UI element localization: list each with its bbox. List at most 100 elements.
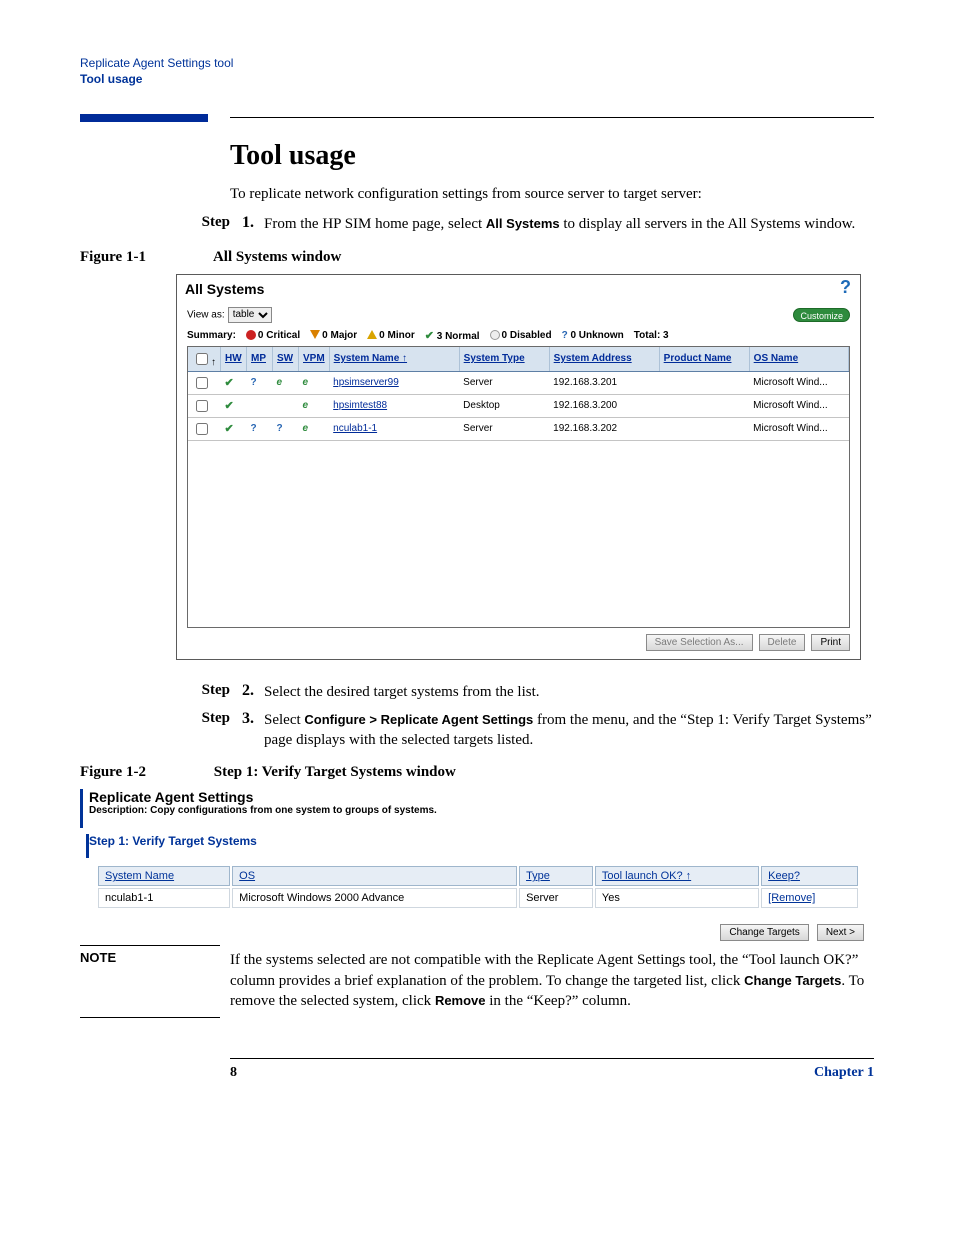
figure-2-title: Step 1: Verify Target Systems window [214, 764, 456, 780]
table-header-row: ↑ HW MP SW VPM System Name ↑ System Type… [188, 347, 849, 372]
note-rule-top [80, 945, 220, 946]
all-systems-window: ? All Systems View as: table Customize S… [176, 274, 861, 660]
row-checkbox[interactable] [196, 423, 208, 435]
major-icon [310, 330, 320, 339]
col-hw[interactable]: HW [221, 347, 247, 372]
row-checkbox[interactable] [196, 377, 208, 389]
view-as-select[interactable]: table [228, 307, 272, 323]
header-title: Replicate Agent Settings tool [80, 56, 874, 70]
question-icon: ? [277, 423, 283, 434]
section-heading: Tool usage [230, 140, 874, 172]
systems-grid: ↑ HW MP SW VPM System Name ↑ System Type… [187, 346, 850, 628]
table-row[interactable]: ✔ ? ? e nculab1-1 Server 192.168.3.202 M… [188, 417, 849, 440]
system-type: Desktop [459, 394, 549, 417]
col-system-type[interactable]: System Type [459, 347, 549, 372]
product-name [659, 417, 749, 440]
italic-e-icon: e [303, 423, 309, 434]
col-checkbox[interactable]: ↑ [188, 347, 221, 372]
next-button[interactable]: Next > [817, 924, 864, 941]
col-system-address[interactable]: System Address [549, 347, 659, 372]
summary-major: 0 Major [310, 330, 357, 341]
summary-disabled: 0 Disabled [490, 330, 552, 341]
unknown-icon: ? [562, 330, 568, 341]
step-2: Step 2. Select the desired target system… [80, 682, 874, 702]
page-header: Replicate Agent Settings tool Tool usage [80, 56, 874, 86]
step-3: Step 3. Select Configure > Replicate Age… [80, 710, 874, 751]
save-selection-button[interactable]: Save Selection As... [646, 634, 753, 651]
print-button[interactable]: Print [811, 634, 850, 651]
thick-bar [80, 114, 208, 122]
note-rule-bottom [80, 1017, 220, 1018]
systems-table: ↑ HW MP SW VPM System Name ↑ System Type… [188, 347, 849, 441]
col-sw[interactable]: SW [273, 347, 299, 372]
ras-title: Replicate Agent Settings [89, 789, 874, 805]
critical-icon [246, 330, 256, 340]
help-icon[interactable]: ? [840, 277, 856, 293]
page-footer: 8 Chapter 1 [230, 1058, 874, 1081]
question-icon: ? [251, 423, 257, 434]
select-all-checkbox[interactable] [196, 353, 208, 365]
system-name-link[interactable]: hpsimserver99 [329, 371, 459, 394]
table-row[interactable]: ✔ e hpsimtest88 Desktop 192.168.3.200 Mi… [188, 394, 849, 417]
verify-targets-window: Replicate Agent Settings Description: Co… [80, 789, 874, 941]
system-address: 192.168.3.201 [549, 371, 659, 394]
col-os-name[interactable]: OS Name [749, 347, 848, 372]
os-name: Microsoft Wind... [749, 417, 848, 440]
row-checkbox[interactable] [196, 400, 208, 412]
verify-table-row: nculab1-1 Microsoft Windows 2000 Advance… [98, 888, 858, 908]
system-name-link[interactable]: nculab1-1 [329, 417, 459, 440]
step-1-text: From the HP SIM home page, select All Sy… [264, 214, 874, 234]
step-1-num: 1. [242, 214, 264, 234]
step-3-num: 3. [242, 710, 264, 751]
ok-icon: ✔ [225, 400, 234, 412]
system-address: 192.168.3.200 [549, 394, 659, 417]
summary-total: Total: 3 [634, 330, 669, 341]
col-vpm[interactable]: VPM [299, 347, 330, 372]
thin-rule [230, 117, 874, 118]
summary-bar: Summary: 0 Critical 0 Major 0 Minor ✔ 3 … [177, 327, 860, 346]
summary-critical: 0 Critical [246, 330, 300, 341]
section-intro: To replicate network configuration setti… [230, 184, 874, 204]
step-2-num: 2. [242, 682, 264, 702]
verify-launch: Yes [595, 888, 759, 908]
system-type: Server [459, 417, 549, 440]
col-type[interactable]: Type [519, 866, 593, 886]
chapter-label: Chapter 1 [814, 1065, 874, 1081]
figure-1-title: All Systems window [213, 249, 341, 265]
step-label: Step [170, 710, 242, 751]
verify-system-name: nculab1-1 [98, 888, 230, 908]
verify-os: Microsoft Windows 2000 Advance [232, 888, 517, 908]
step-1: Step 1. From the HP SIM home page, selec… [80, 214, 874, 234]
step-1-post: to display all servers in the All System… [560, 216, 856, 232]
page-number: 8 [230, 1065, 237, 1081]
os-name: Microsoft Wind... [749, 394, 848, 417]
note-text: If the systems selected are not compatib… [230, 950, 874, 1011]
col-system-name[interactable]: System Name [98, 866, 230, 886]
system-type: Server [459, 371, 549, 394]
note-t3: in the “Keep?” column. [486, 993, 631, 1009]
remove-link[interactable]: [Remove] [761, 888, 858, 908]
product-name [659, 394, 749, 417]
step-3-text: Select Configure > Replicate Agent Setti… [264, 710, 874, 751]
change-targets-button[interactable]: Change Targets [720, 924, 808, 941]
step-2-text: Select the desired target systems from t… [264, 682, 874, 702]
header-subtitle: Tool usage [80, 72, 874, 86]
col-os[interactable]: OS [232, 866, 517, 886]
col-system-name[interactable]: System Name ↑ [329, 347, 459, 372]
note-b2: Remove [435, 993, 486, 1008]
system-address: 192.168.3.202 [549, 417, 659, 440]
col-keep[interactable]: Keep? [761, 866, 858, 886]
step-label: Step [170, 682, 242, 702]
figure-1-label: Figure 1-1 [80, 249, 210, 266]
customize-button[interactable]: Customize [793, 308, 850, 322]
col-mp[interactable]: MP [247, 347, 273, 372]
col-tool-launch[interactable]: Tool launch OK? ↑ [595, 866, 759, 886]
step-label: Step [170, 214, 242, 234]
italic-e-icon: e [303, 377, 309, 388]
col-product-name[interactable]: Product Name [659, 347, 749, 372]
italic-e-icon: e [303, 400, 309, 411]
delete-button[interactable]: Delete [759, 634, 806, 651]
table-row[interactable]: ✔ ? e e hpsimserver99 Server 192.168.3.2… [188, 371, 849, 394]
system-name-link[interactable]: hpsimtest88 [329, 394, 459, 417]
step-3-bold: Configure > Replicate Agent Settings [304, 712, 533, 727]
